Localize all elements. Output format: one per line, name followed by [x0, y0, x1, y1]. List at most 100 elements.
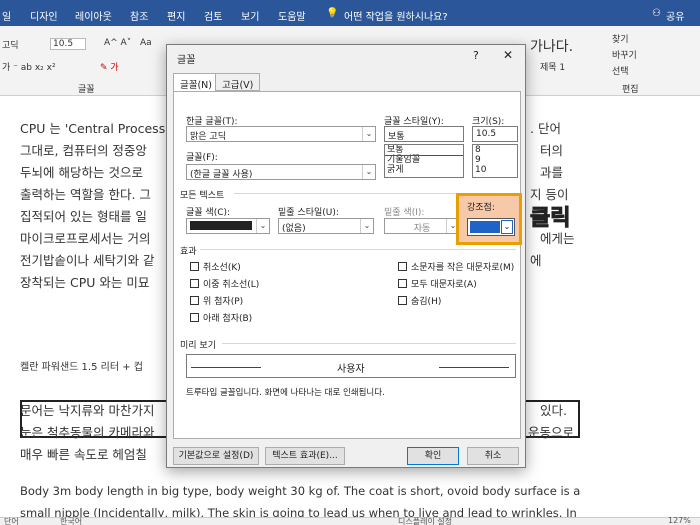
font-label: 글꼴(F):	[186, 153, 218, 163]
font-color-select[interactable]: ⌄	[186, 218, 270, 234]
doc-line: 전기밥솥이나 세탁기와 같	[20, 253, 155, 268]
find-button[interactable]: 찾기	[612, 32, 629, 45]
doc-line: 마이크로프로세서는 거의	[20, 231, 151, 246]
double-strike-checkbox[interactable]: 이중 취소선(L)	[190, 277, 259, 290]
all-caps-checkbox[interactable]: 모두 대문자로(A)	[398, 277, 477, 290]
tab-references[interactable]: 참조	[130, 8, 148, 23]
superscript-checkbox[interactable]: 위 첨자(P)	[190, 294, 243, 307]
small-caps-checkbox[interactable]: 소문자를 작은 대문자로(M)	[398, 260, 514, 273]
tab-review[interactable]: 검토	[204, 8, 222, 23]
font-name-box[interactable]: 고딕	[2, 38, 19, 51]
style-name: 제목 1	[540, 63, 566, 73]
font-dialog: 글꼴 ? ✕ 글꼴(N) 고급(V) 한글 글꼴(T): 맑은 고딕 ⌄ 글꼴(F…	[166, 44, 526, 468]
doc-line-right: 과를	[540, 165, 564, 180]
tab-mailings[interactable]: 편지	[167, 8, 185, 23]
chevron-down-icon: ⌄	[256, 219, 269, 233]
emphasis-label: 강조점:	[467, 203, 495, 213]
hidden-checkbox[interactable]: 숨김(H)	[398, 294, 441, 307]
emphasis-select[interactable]: ⌄	[467, 218, 515, 236]
text-effects-button[interactable]: 텍스트 효과(E)...	[265, 447, 345, 465]
doc-line-right: 터의	[540, 143, 564, 158]
status-bar: 단어 한국어 디스플레이 설정 127%	[0, 516, 700, 525]
doc-line-right: 에	[530, 253, 542, 268]
cancel-button[interactable]: 취소	[467, 447, 519, 465]
effects-heading: 효과	[180, 247, 197, 257]
font-group-label: 글꼴	[78, 85, 95, 95]
replace-button[interactable]: 바꾸기	[612, 48, 637, 61]
doc-line-right: . 단어	[530, 121, 561, 136]
chevron-down-icon: ⌄	[360, 219, 373, 233]
list-item[interactable]: 8	[473, 145, 517, 155]
style-list[interactable]: 보통 기울임꼴 굵게	[384, 144, 464, 178]
share-button[interactable]: 공유	[666, 8, 684, 23]
doc-line-right: 있다.	[540, 403, 567, 418]
tab-design[interactable]: 디자인	[30, 8, 58, 23]
status-words: 단어	[4, 517, 19, 525]
list-item[interactable]: 9	[473, 155, 517, 165]
preview-box: 사용자	[186, 354, 516, 378]
list-item[interactable]: 굵게	[385, 165, 463, 175]
subscript-checkbox[interactable]: 아래 첨자(B)	[190, 311, 252, 324]
emphasis-swatch	[470, 221, 500, 233]
emphasis-highlight: 강조점: ⌄	[456, 193, 522, 245]
status-zoom[interactable]: 127%	[668, 516, 691, 525]
format-icons[interactable]: 가 ⁻ ab x₂ x²	[2, 60, 56, 73]
select-button[interactable]: 선택	[612, 64, 629, 77]
click-annotation: 클릭	[529, 206, 571, 232]
help-button[interactable]: ?	[473, 49, 479, 62]
doc-line: CPU 는 'Central Processi	[20, 121, 169, 136]
doc-line: 그대로, 컴퓨터의 정중앙	[20, 143, 147, 158]
person-icon: ⚇	[652, 8, 661, 19]
font-color-icon[interactable]: ✎ 가	[100, 60, 119, 73]
lightbulb-icon: 💡	[326, 8, 339, 19]
color-swatch	[190, 221, 252, 230]
caption: 켈란 파워샌드 1.5 리터 + 컵	[20, 362, 143, 373]
list-item[interactable]: 10	[473, 165, 517, 175]
tab-help[interactable]: 도움말	[278, 8, 306, 23]
divider	[222, 343, 516, 344]
doc-line: 매우 빠른 속도로 헤엄칠	[20, 447, 147, 462]
underline-label: 밑줄 스타일(U):	[278, 208, 339, 218]
style-input[interactable]: 보통	[384, 126, 464, 142]
underline-color-label: 밑줄 색(I):	[384, 208, 425, 218]
preview-heading: 미리 보기	[180, 341, 216, 351]
doc-line: 눈은 척추동물의 카메라와	[20, 425, 155, 440]
grow-font-icon[interactable]: A^ A˅	[104, 38, 131, 48]
chevron-down-icon: ⌄	[362, 127, 375, 141]
chevron-down-icon[interactable]: ⌄	[501, 220, 513, 234]
chevron-down-icon: ⌄	[362, 165, 375, 179]
tab-view[interactable]: 보기	[241, 8, 259, 23]
set-default-button[interactable]: 기본값으로 설정(D)	[173, 447, 259, 465]
edit-group-label: 편집	[622, 85, 639, 95]
list-item[interactable]: 기울임꼴	[385, 155, 463, 165]
dialog-title: 글꼴	[177, 55, 196, 66]
tab-advanced[interactable]: 고급(V)	[215, 73, 261, 91]
underline-color-select[interactable]: 자동 ⌄	[384, 218, 460, 234]
korean-font-select[interactable]: 맑은 고딕 ⌄	[186, 126, 376, 142]
close-icon[interactable]: ✕	[503, 48, 513, 62]
tab-home[interactable]: 일	[2, 8, 11, 23]
doc-line: 집적되어 있는 형태를 일	[20, 209, 147, 224]
style-preview[interactable]: 가나다.	[530, 36, 573, 56]
list-item[interactable]: 보통	[385, 145, 463, 156]
tell-me-box[interactable]: 어떤 작업을 원하시나요?	[344, 8, 448, 23]
font-select[interactable]: (한글 글꼴 사용) ⌄	[186, 164, 376, 180]
ribbon-tab-bar: 일 디자인 레이아웃 참조 편지 검토 보기 도움말 💡 어떤 작업을 원하시나…	[0, 0, 700, 26]
font-size-box[interactable]: 10.5	[50, 38, 87, 50]
ok-button[interactable]: 확인	[407, 447, 459, 465]
size-list[interactable]: 8 9 10	[472, 144, 518, 178]
tab-layout[interactable]: 레이아웃	[75, 8, 112, 23]
size-input[interactable]: 10.5	[472, 126, 518, 142]
font-tab-panel: 한글 글꼴(T): 맑은 고딕 ⌄ 글꼴(F): (한글 글꼴 사용) ⌄ 글꼴 스…	[173, 91, 521, 439]
tab-font[interactable]: 글꼴(N)	[173, 73, 219, 92]
status-display[interactable]: 디스플레이 설정	[398, 516, 452, 525]
case-icon[interactable]: Aa	[140, 38, 152, 48]
doc-line: 장착되는 CPU 와는 미묘	[20, 275, 150, 290]
doc-line: 출력하는 역할을 한다. 그	[20, 187, 151, 202]
strikethrough-checkbox[interactable]: 취소선(K)	[190, 260, 241, 273]
underline-select[interactable]: (없음) ⌄	[278, 218, 374, 234]
status-lang: 한국어	[60, 517, 83, 525]
doc-line: Body 3m body length in big type, body we…	[20, 484, 581, 498]
doc-line: 두뇌에 해당하는 것으로	[20, 165, 143, 180]
all-text-heading: 모든 텍스트	[180, 191, 225, 201]
